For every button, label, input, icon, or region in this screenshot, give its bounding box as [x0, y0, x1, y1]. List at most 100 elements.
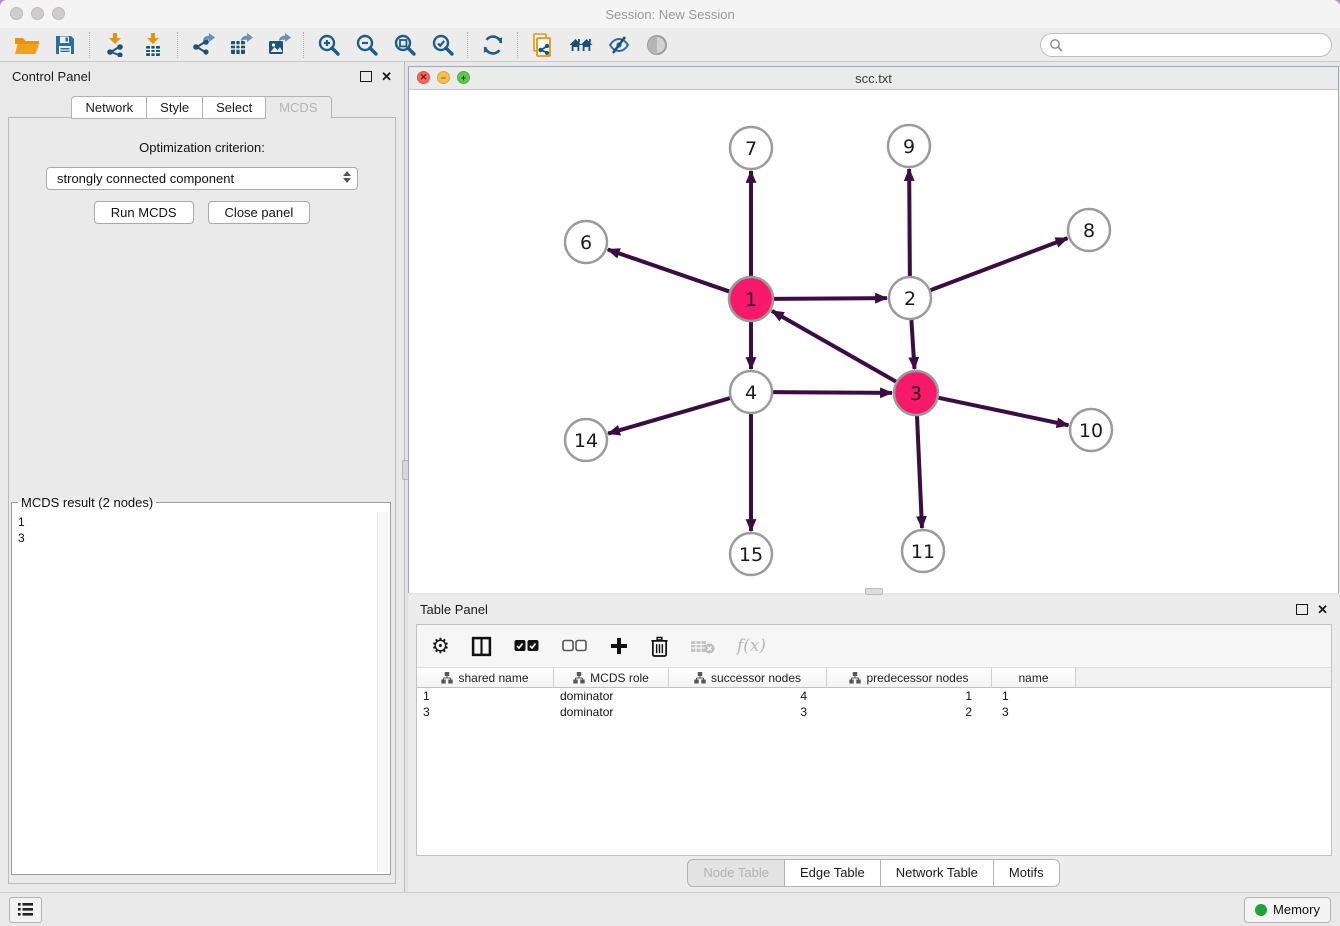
export-image-icon	[267, 33, 291, 57]
show-details-button[interactable]	[638, 30, 676, 60]
cell-successor-nodes[interactable]: 4	[669, 689, 827, 703]
export-network-button[interactable]	[184, 30, 222, 60]
table-panel-header: Table Panel ✕	[408, 596, 1340, 622]
network-minimize-button[interactable]: −	[437, 71, 450, 84]
tab-motifs[interactable]: Motifs	[993, 859, 1060, 887]
network-canvas[interactable]: 7968124314101511	[409, 90, 1338, 593]
graph-edge[interactable]	[938, 398, 1069, 426]
zoom-in-button[interactable]	[310, 30, 348, 60]
network-graph[interactable]: 7968124314101511	[409, 90, 1339, 593]
right-column: ✕ − + scc.txt 7968124314101511 Table Pan…	[408, 62, 1340, 892]
delete-table-button[interactable]	[690, 638, 716, 655]
graph-edge[interactable]	[917, 415, 922, 528]
show-columns-button[interactable]	[471, 636, 492, 657]
memory-button[interactable]: Memory	[1244, 897, 1331, 923]
close-window-button[interactable]	[10, 7, 23, 20]
cell-mcds-role[interactable]: dominator	[554, 689, 669, 703]
cell-successor-nodes[interactable]: 3	[669, 705, 827, 719]
column-header-name[interactable]: name	[992, 668, 1076, 688]
save-icon	[54, 34, 76, 56]
checked-boxes-icon	[513, 639, 540, 653]
cell-name[interactable]: 3	[992, 705, 1076, 719]
graph-edge[interactable]	[773, 298, 887, 299]
select-all-columns-button[interactable]	[513, 639, 540, 653]
tab-edge-table[interactable]: Edge Table	[784, 859, 881, 887]
show-networks-list-button[interactable]	[9, 897, 42, 923]
status-bar: Memory	[0, 892, 1340, 926]
network-maximize-button[interactable]: +	[457, 71, 470, 84]
cell-shared-name[interactable]: 3	[417, 705, 554, 719]
search-input[interactable]	[1068, 37, 1323, 53]
minimize-window-button[interactable]	[31, 7, 44, 20]
cell-mcds-role[interactable]: dominator	[554, 705, 669, 719]
tab-style[interactable]: Style	[146, 96, 203, 119]
main-toolbar	[0, 28, 1340, 62]
zoom-in-icon	[317, 33, 341, 57]
delete-column-button[interactable]	[650, 636, 669, 657]
tab-node-table[interactable]: Node Table	[687, 859, 785, 887]
horizontal-splitter-grip[interactable]	[865, 588, 883, 595]
tab-mcds[interactable]: MCDS	[265, 96, 331, 119]
graph-edge[interactable]	[608, 250, 730, 292]
zoom-out-button[interactable]	[348, 30, 386, 60]
window-traffic-lights[interactable]	[10, 7, 65, 20]
neighbors-button[interactable]	[562, 30, 600, 60]
toolbar-separator	[303, 32, 305, 58]
column-type-icon	[694, 672, 706, 684]
export-table-button[interactable]	[222, 30, 260, 60]
control-panel-header: Control Panel ✕	[0, 62, 404, 90]
graph-edge[interactable]	[608, 398, 731, 434]
zoom-fit-icon	[393, 33, 417, 57]
export-image-button[interactable]	[260, 30, 298, 60]
import-network-button[interactable]	[96, 30, 134, 60]
hide-details-button[interactable]	[600, 30, 638, 60]
graph-node-label: 4	[745, 382, 757, 404]
cell-predecessor-nodes[interactable]: 1	[827, 689, 992, 703]
open-session-button[interactable]	[8, 30, 46, 60]
column-header-predecessor-nodes[interactable]: predecessor nodes	[827, 668, 992, 688]
table-row[interactable]: 3 dominator 3 2 3	[417, 704, 1331, 720]
main-area: Control Panel ✕ Network Style Select MCD…	[0, 62, 1340, 892]
table-toolbar: ⚙ f(x)	[417, 625, 1331, 667]
graph-edge[interactable]	[911, 319, 914, 369]
tab-select[interactable]: Select	[202, 96, 266, 119]
unselect-all-columns-button[interactable]	[561, 639, 588, 653]
maximize-window-button[interactable]	[52, 7, 65, 20]
tab-network-table[interactable]: Network Table	[880, 859, 994, 887]
search-box[interactable]	[1040, 33, 1332, 57]
network-close-button[interactable]: ✕	[417, 71, 430, 84]
graph-edge[interactable]	[930, 238, 1068, 290]
function-builder-button[interactable]: f(x)	[737, 636, 766, 656]
close-panel-icon[interactable]: ✕	[381, 70, 392, 83]
table-settings-button[interactable]: ⚙	[431, 636, 450, 657]
float-panel-icon[interactable]	[360, 71, 372, 82]
column-header-mcds-role[interactable]: MCDS role	[554, 668, 669, 688]
close-table-panel-icon[interactable]: ✕	[1317, 603, 1328, 616]
create-column-button[interactable]	[609, 636, 629, 656]
optimization-select[interactable]: strongly connected component	[46, 167, 358, 190]
run-mcds-button[interactable]: Run MCDS	[94, 201, 194, 224]
column-type-icon	[573, 672, 585, 684]
optimization-select-value: strongly connected component	[57, 171, 234, 186]
close-panel-button[interactable]: Close panel	[208, 201, 311, 224]
cell-shared-name[interactable]: 1	[417, 689, 554, 703]
graph-edge[interactable]	[909, 169, 910, 277]
column-header-shared-name[interactable]: shared name	[417, 668, 554, 688]
result-scrollbar[interactable]	[377, 512, 388, 872]
graph-edge[interactable]	[772, 311, 897, 382]
refresh-icon	[481, 33, 505, 57]
graph-edge[interactable]	[772, 392, 892, 393]
float-table-panel-icon[interactable]	[1296, 604, 1308, 615]
graph-node-label: 7	[745, 138, 757, 160]
cell-predecessor-nodes[interactable]: 2	[827, 705, 992, 719]
zoom-selected-button[interactable]	[424, 30, 462, 60]
cell-name[interactable]: 1	[992, 689, 1076, 703]
save-session-button[interactable]	[46, 30, 84, 60]
table-row[interactable]: 1 dominator 4 1 1	[417, 688, 1331, 704]
tab-network[interactable]: Network	[71, 96, 147, 119]
zoom-fit-button[interactable]	[386, 30, 424, 60]
column-header-successor-nodes[interactable]: successor nodes	[669, 668, 827, 688]
network-from-selection-button[interactable]	[524, 30, 562, 60]
apply-layout-button[interactable]	[474, 30, 512, 60]
import-table-button[interactable]	[134, 30, 172, 60]
